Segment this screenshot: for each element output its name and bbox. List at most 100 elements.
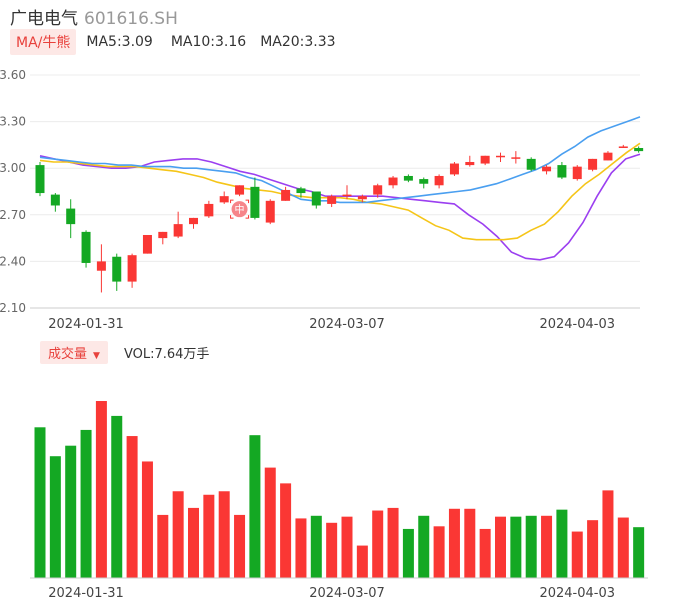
price-y-axis: 3.60 3.30 3.00 2.70 2.40 2.10	[0, 68, 26, 315]
candle	[189, 217, 198, 229]
y-tick-label: 3.00	[0, 161, 26, 175]
candle	[112, 253, 122, 291]
candle	[419, 177, 429, 189]
volume-bar	[203, 494, 215, 578]
volume-bar	[633, 527, 645, 578]
moving-average-lines	[39, 116, 641, 261]
candle	[342, 185, 352, 200]
volume-bar	[587, 520, 599, 578]
candle-body	[542, 166, 552, 172]
x-tick-label: 2024-01-31	[48, 317, 124, 332]
volume-bar	[310, 515, 322, 578]
candle-body	[127, 255, 137, 282]
y-tick-label: 3.60	[0, 68, 26, 82]
volume-bar	[571, 531, 583, 578]
candle-body	[357, 196, 367, 200]
candle-body	[572, 166, 582, 180]
candle-body	[465, 161, 475, 166]
candle-body	[526, 158, 536, 170]
volume-bar	[372, 510, 384, 578]
candle	[281, 186, 291, 201]
candle	[250, 177, 260, 220]
candle	[618, 144, 628, 149]
volume-bar	[341, 516, 353, 578]
candle-body	[588, 158, 598, 170]
candle	[449, 161, 459, 176]
x-tick-label: 2024-03-07	[309, 317, 385, 332]
volume-bar	[234, 514, 246, 578]
candle	[465, 155, 475, 167]
volume-bar	[49, 456, 61, 578]
candle-body	[112, 256, 122, 282]
volume-bar	[157, 514, 169, 578]
volume-bar	[418, 515, 430, 578]
candle-body	[403, 175, 413, 181]
volume-bar	[448, 508, 460, 578]
volume-bar	[479, 528, 491, 578]
volume-bar	[602, 490, 614, 578]
volume-bar	[387, 507, 399, 578]
volume-bar	[172, 491, 184, 578]
candle-body	[480, 155, 490, 164]
candle	[434, 174, 444, 189]
signal-marker[interactable]: 中	[230, 199, 250, 219]
volume-bar	[295, 518, 307, 578]
volume-bar	[433, 526, 445, 578]
candle-body	[327, 196, 337, 204]
volume-x-axis: 2024-01-31 2024-03-07 2024-04-03	[48, 586, 615, 601]
y-tick-label: 2.40	[0, 254, 26, 268]
candle	[311, 191, 321, 209]
candle-body	[235, 185, 245, 195]
candle-body	[449, 163, 459, 175]
candle	[265, 199, 275, 225]
volume-bar	[464, 508, 476, 578]
candle-body	[434, 175, 444, 186]
candle-body	[557, 165, 567, 178]
candle	[388, 175, 398, 189]
candle-body	[219, 196, 229, 203]
candle	[603, 151, 613, 161]
candle-body	[281, 189, 291, 201]
candle-body	[311, 191, 321, 206]
candle-body	[173, 224, 183, 237]
volume-bar	[280, 483, 292, 578]
candle	[142, 234, 152, 254]
candle	[50, 193, 60, 212]
candle	[557, 161, 567, 180]
candle	[588, 158, 598, 172]
volume-bar	[510, 516, 522, 578]
candle-body	[250, 186, 260, 218]
candle	[127, 253, 137, 288]
candle	[81, 230, 91, 268]
y-tick-label: 2.10	[0, 301, 26, 315]
candle-body	[618, 146, 628, 149]
candle-body	[634, 148, 644, 152]
candle	[526, 157, 536, 172]
y-tick-label: 2.70	[0, 208, 26, 222]
candle	[96, 244, 106, 293]
ma20-line	[39, 116, 641, 204]
ma10-line	[39, 142, 641, 241]
candle-body	[66, 208, 76, 225]
candle	[66, 199, 76, 239]
volume-bar	[65, 445, 77, 578]
volume-bar	[326, 522, 338, 578]
candle-body	[496, 155, 505, 158]
volume-bar	[218, 491, 230, 578]
candle	[204, 200, 214, 218]
candle-body	[96, 261, 106, 271]
volume-bar	[188, 507, 199, 578]
candle-body	[204, 203, 214, 217]
price-grid	[30, 74, 640, 309]
marker-label: 中	[235, 203, 245, 216]
stock-chart[interactable]: 3.603.303.002.702.402.10 中 2024-01-31 202…	[0, 0, 686, 606]
candle-body	[388, 177, 398, 186]
candle	[219, 191, 229, 204]
volume-bar	[556, 509, 568, 578]
candle	[158, 231, 168, 245]
volume-bar	[617, 517, 629, 578]
x-tick-label: 2024-04-03	[539, 586, 615, 601]
volume-bar	[80, 429, 92, 578]
candle-body	[296, 188, 306, 194]
volume-bar	[126, 436, 138, 578]
